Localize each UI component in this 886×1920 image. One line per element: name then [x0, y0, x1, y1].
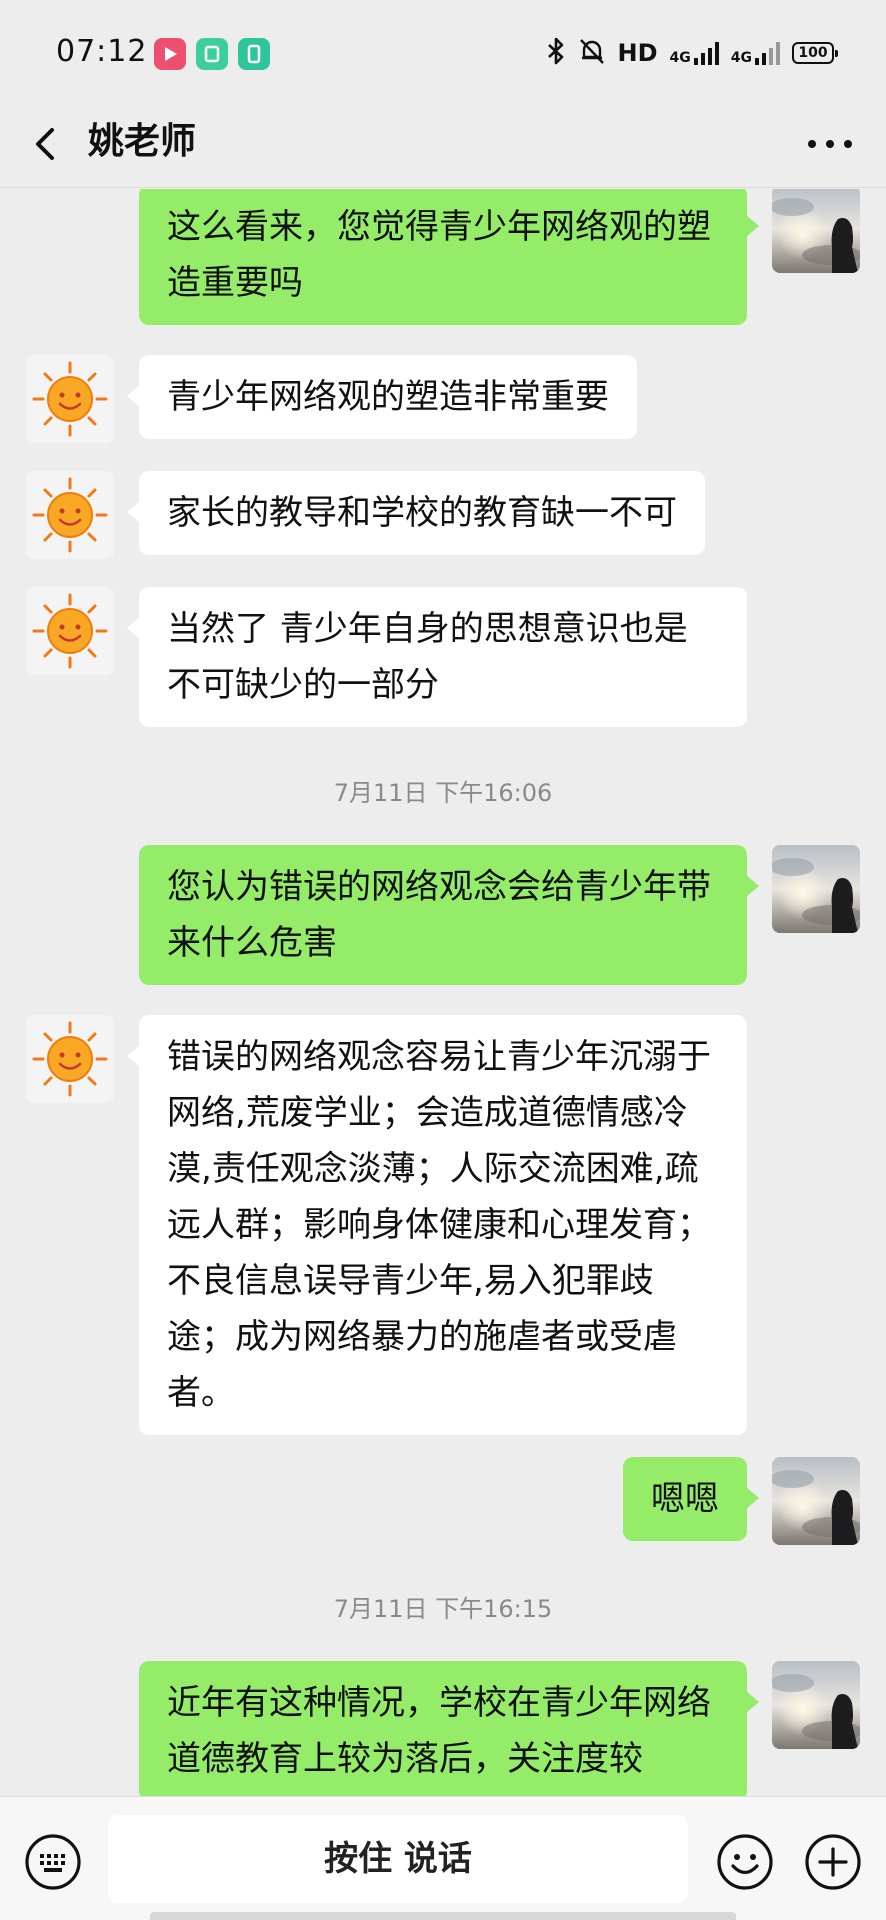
message-bubble[interactable]: 近年有这种情况，学校在青少年网络道德教育上较为落后，关注度较	[139, 1661, 759, 1796]
keyboard-icon[interactable]	[24, 1833, 82, 1891]
video-app-icon	[154, 38, 186, 70]
avatar[interactable]	[772, 189, 860, 273]
message-list[interactable]: 这么看来，您觉得青少年网络观的塑造重要吗 青少年网络观的塑造非常重要 家长的教导…	[0, 189, 886, 1796]
phone-manager-icon	[238, 38, 270, 70]
avatar[interactable]	[26, 355, 114, 443]
home-indicator	[150, 1912, 736, 1920]
chat-header: 姚老师	[0, 100, 886, 188]
hd-indicator: HD	[617, 39, 658, 67]
timestamp: 7月11日 下午16:15	[333, 1595, 553, 1623]
message-bubble[interactable]: 错误的网络观念容易让青少年沉溺于网络,荒废学业；会造成道德情感冷漠,责任观念淡薄…	[127, 1015, 747, 1435]
bluetooth-icon	[546, 36, 566, 70]
message-bubble[interactable]: 嗯嗯	[623, 1457, 759, 1541]
emoji-icon[interactable]	[716, 1833, 774, 1891]
input-bar: 按住 说话	[0, 1796, 886, 1920]
avatar[interactable]	[26, 587, 114, 675]
signal-indicator-2: 4G	[731, 40, 780, 66]
message-bubble[interactable]: 青少年网络观的塑造非常重要	[127, 355, 637, 439]
timestamp: 7月11日 下午16:06	[333, 779, 553, 807]
message-bubble[interactable]: 您认为错误的网络观念会给青少年带来什么危害	[139, 845, 759, 985]
avatar[interactable]	[26, 1015, 114, 1103]
avatar[interactable]	[772, 1457, 860, 1545]
chat-title: 姚老师	[88, 121, 197, 162]
message-bubble[interactable]: 这么看来，您觉得青少年网络观的塑造重要吗	[139, 189, 759, 325]
avatar[interactable]	[26, 471, 114, 559]
hold-to-talk-button[interactable]: 按住 说话	[108, 1815, 688, 1903]
status-bar: 07:12 HD 4G 4G 100	[0, 0, 886, 108]
status-time: 07:12	[56, 34, 148, 69]
signal-indicator-1: 4G	[670, 40, 719, 66]
message-bubble[interactable]: 当然了 青少年自身的思想意识也是不可缺少的一部分	[127, 587, 747, 727]
chevron-left-icon[interactable]	[28, 116, 84, 172]
more-dots-icon[interactable]	[800, 120, 860, 168]
plus-icon[interactable]	[804, 1833, 862, 1891]
avatar[interactable]	[772, 1661, 860, 1749]
battery-indicator: 100	[792, 42, 838, 64]
message-bubble[interactable]: 家长的教导和学校的教育缺一不可	[127, 471, 705, 555]
avatar[interactable]	[772, 845, 860, 933]
mute-bell-icon	[578, 36, 606, 70]
app-store-icon	[196, 38, 228, 70]
